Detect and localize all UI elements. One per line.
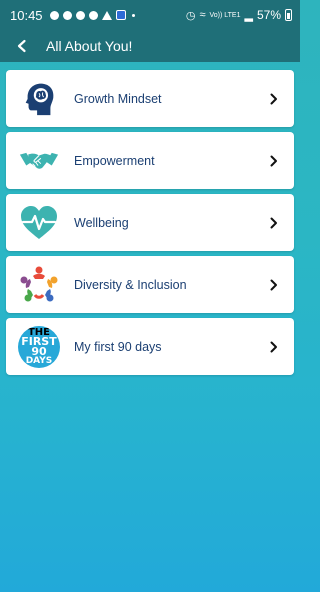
people-circle-icon bbox=[18, 264, 60, 306]
list-item-label: Empowerment bbox=[74, 153, 155, 168]
signal-text: Vo)) LTE1 bbox=[209, 11, 241, 19]
alarm-icon: ◷ bbox=[185, 9, 196, 22]
list-item-diversity-inclusion[interactable]: Diversity & Inclusion bbox=[6, 256, 294, 313]
app-bar: All About You! bbox=[0, 30, 300, 62]
status-right: ◷ ≈ Vo)) LTE1 ▂ 57% bbox=[186, 8, 292, 22]
list-item-label: Diversity & Inclusion bbox=[74, 277, 187, 292]
signal-bars-icon: ▂ bbox=[244, 9, 253, 22]
arrow-back-icon bbox=[17, 39, 26, 53]
first-90-days-badge: THE FIRST 90 DAYS bbox=[18, 325, 60, 368]
chevron-right-icon bbox=[268, 278, 280, 292]
status-time: 10:45 bbox=[10, 7, 43, 23]
list-item-first-90-days[interactable]: THE FIRST 90 DAYS My first 90 days bbox=[6, 318, 294, 375]
back-button[interactable] bbox=[12, 36, 32, 56]
page-title: All About You! bbox=[46, 38, 133, 54]
app-badge-icon bbox=[115, 10, 126, 20]
status-bar: 10:45 ◷ ≈ Vo)) LTE1 ▂ 57% bbox=[0, 0, 300, 30]
battery-icon bbox=[285, 9, 292, 21]
list-item-growth-mindset[interactable]: Growth Mindset bbox=[6, 70, 294, 127]
facebook-icon bbox=[49, 10, 59, 20]
chevron-right-icon bbox=[268, 154, 280, 168]
battery-percent: 57% bbox=[256, 8, 281, 22]
list-item-label: My first 90 days bbox=[74, 339, 162, 354]
chevron-right-icon bbox=[268, 340, 280, 354]
topic-list: Growth Mindset Empowerment Wellbeing Div… bbox=[0, 62, 300, 375]
list-item-label: Wellbeing bbox=[74, 215, 129, 230]
notification-icon bbox=[62, 10, 72, 20]
handshake-icon bbox=[18, 140, 60, 182]
messenger-icon bbox=[75, 10, 85, 20]
chat-icon bbox=[88, 10, 98, 20]
status-left: 10:45 bbox=[10, 8, 135, 23]
heart-pulse-icon bbox=[18, 202, 60, 244]
wifi-icon: ≈ bbox=[199, 9, 206, 21]
list-item-empowerment[interactable]: Empowerment bbox=[6, 132, 294, 189]
drive-icon bbox=[101, 10, 112, 20]
head-brain-icon bbox=[18, 78, 60, 120]
chevron-right-icon bbox=[268, 92, 280, 106]
list-item-label: Growth Mindset bbox=[74, 91, 162, 106]
first-90-days-logo: THE FIRST 90 DAYS bbox=[18, 325, 60, 368]
logo-text-days: DAYS bbox=[25, 355, 53, 366]
more-notifications-dot bbox=[131, 13, 135, 17]
list-item-wellbeing[interactable]: Wellbeing bbox=[6, 194, 294, 251]
chevron-right-icon bbox=[268, 216, 280, 230]
